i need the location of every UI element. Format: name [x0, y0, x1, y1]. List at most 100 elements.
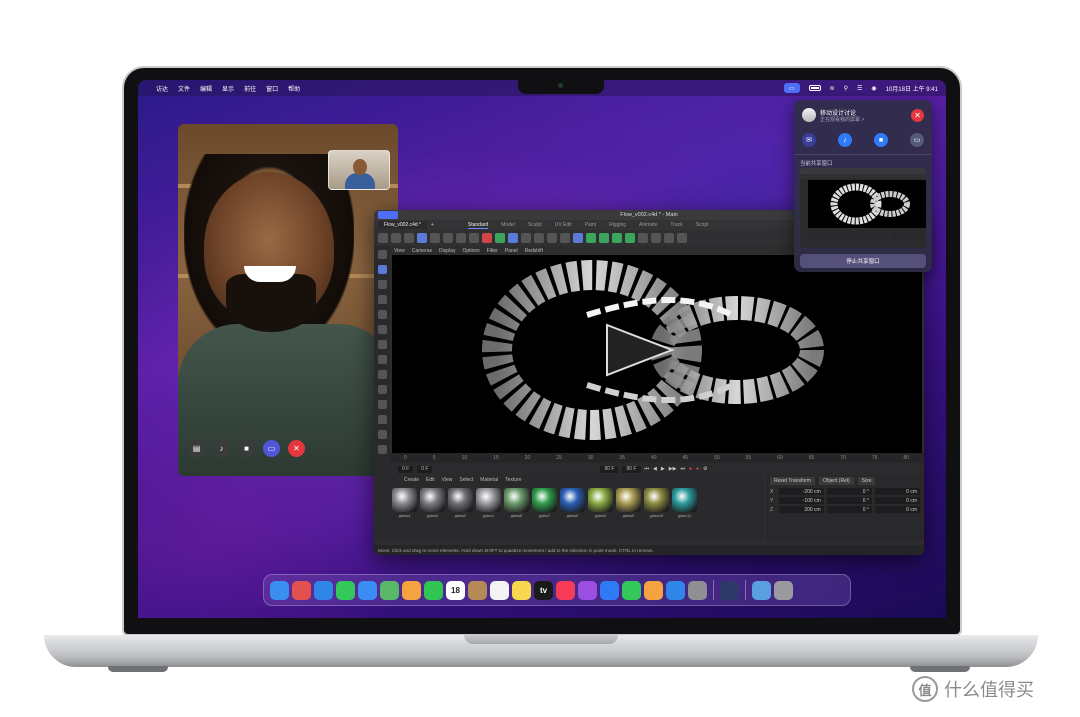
layout-tab-animate[interactable]: Animate: [639, 222, 657, 229]
tv-icon[interactable]: tv: [534, 580, 553, 600]
transform-icon[interactable]: [456, 233, 466, 243]
shareplay-icon[interactable]: ▭: [263, 440, 280, 457]
guides-icon[interactable]: [377, 445, 387, 454]
messages-icon[interactable]: [336, 580, 355, 600]
notes-icon[interactable]: [512, 580, 531, 600]
3d-viewport[interactable]: [392, 255, 922, 453]
music-icon[interactable]: [556, 580, 575, 600]
axis-mode-icon[interactable]: [377, 340, 387, 349]
material-swatch[interactable]: glass10: [644, 488, 669, 518]
viewport-menu-item[interactable]: Display: [439, 248, 455, 254]
numbers-icon[interactable]: [622, 580, 641, 600]
session-subtitle[interactable]: 正在观看我的屏幕 >: [820, 116, 864, 123]
maps-icon[interactable]: [380, 580, 399, 600]
layout-tab-paint[interactable]: Paint: [585, 222, 596, 229]
add-tab-icon[interactable]: +: [431, 222, 434, 228]
viewport-menu-item[interactable]: Panel: [505, 248, 518, 254]
launchpad-icon[interactable]: [292, 580, 311, 600]
size-field[interactable]: 0 cm: [874, 488, 921, 495]
next-frame-icon[interactable]: ▶▶: [669, 466, 677, 472]
material-swatch[interactable]: glass4: [392, 488, 417, 518]
contacts-icon[interactable]: [468, 580, 487, 600]
viewport-menu-item[interactable]: Redshift: [525, 248, 543, 254]
x-axis-icon[interactable]: [482, 233, 492, 243]
siri-icon[interactable]: ◉: [871, 85, 876, 92]
battery-icon[interactable]: [808, 85, 821, 91]
make-editable-icon[interactable]: [377, 250, 387, 259]
material-swatch[interactable]: glass2: [448, 488, 473, 518]
material-menu-item[interactable]: Material: [480, 477, 498, 483]
grid-icon[interactable]: [377, 415, 387, 424]
position-field[interactable]: -200 cm: [778, 488, 824, 495]
shared-window-thumbnail[interactable]: [800, 168, 926, 248]
live-select-icon[interactable]: [404, 233, 414, 243]
y-axis-icon[interactable]: [495, 233, 505, 243]
field-icon[interactable]: [638, 233, 648, 243]
shareplay-status-icon[interactable]: ▭: [783, 83, 800, 93]
app-store-icon[interactable]: [666, 580, 685, 600]
safari-icon[interactable]: [314, 580, 333, 600]
preview-end-field[interactable]: 90 F: [622, 465, 641, 473]
material-swatch[interactable]: glass1: [476, 488, 501, 518]
layout-tab-track[interactable]: Track: [670, 222, 682, 229]
play-icon[interactable]: ▶: [661, 466, 665, 472]
scale-tool-icon[interactable]: [430, 233, 440, 243]
lock-grid-icon[interactable]: [377, 430, 387, 439]
material-swatch[interactable]: glass9: [616, 488, 641, 518]
undo-icon[interactable]: [378, 233, 388, 243]
first-frame-icon[interactable]: ⏮: [645, 466, 650, 472]
end-call-icon[interactable]: ✕: [288, 440, 305, 457]
redo-icon[interactable]: [391, 233, 401, 243]
material-menu-item[interactable]: View: [442, 477, 453, 483]
viewport-menu-item[interactable]: View: [394, 248, 405, 254]
cube-icon[interactable]: [573, 233, 583, 243]
material-swatch[interactable]: glass5: [588, 488, 613, 518]
downloads-icon[interactable]: [752, 580, 771, 600]
pages-icon[interactable]: [644, 580, 663, 600]
document-tab[interactable]: Flow_v002.c4d *: [378, 221, 427, 229]
sidebar-icon[interactable]: ▤: [188, 440, 205, 457]
material-menu-item[interactable]: Texture: [505, 477, 521, 483]
deformer-icon[interactable]: [625, 233, 635, 243]
layout-tab-standard[interactable]: Standard: [467, 222, 489, 229]
size-dropdown[interactable]: Size: [857, 477, 876, 485]
menu-item-file[interactable]: 文件: [178, 84, 190, 93]
material-menu-item[interactable]: Edit: [426, 477, 435, 483]
screen-share-icon[interactable]: ▭: [910, 133, 924, 147]
timeline-ruler[interactable]: 0 5 10 15 20 25 30 35 40 45 50 55 60 65 …: [390, 453, 924, 463]
coord-system-icon[interactable]: [521, 233, 531, 243]
viewport-menu-item[interactable]: Options: [462, 248, 479, 254]
position-field[interactable]: -100 cm: [778, 497, 824, 504]
material-menu-item[interactable]: Create: [404, 477, 419, 483]
render-view-icon[interactable]: [534, 233, 544, 243]
size-field[interactable]: 0 cm: [874, 497, 921, 504]
render-picture-icon[interactable]: [560, 233, 570, 243]
light-icon[interactable]: [677, 233, 687, 243]
viewport-menu-item[interactable]: Filter: [487, 248, 498, 254]
camera-object-icon[interactable]: [664, 233, 674, 243]
podcasts-icon[interactable]: [578, 580, 597, 600]
reminders-icon[interactable]: [490, 580, 509, 600]
layout-tab-rigging[interactable]: Rigging: [609, 222, 626, 229]
size-field[interactable]: 0 cm: [874, 506, 921, 513]
end-frame-field[interactable]: 90 F: [600, 465, 619, 473]
menu-item-edit[interactable]: 编辑: [200, 84, 212, 93]
mail-icon[interactable]: [358, 580, 377, 600]
keynote-icon[interactable]: [600, 580, 619, 600]
menu-item-view[interactable]: 显示: [222, 84, 234, 93]
self-view-pip[interactable]: [328, 150, 390, 190]
model-mode-icon[interactable]: [377, 265, 387, 274]
material-swatch[interactable]: glass7: [532, 488, 557, 518]
position-field[interactable]: 200 cm: [778, 506, 824, 513]
facetime-icon[interactable]: [424, 580, 443, 600]
autokey-icon[interactable]: ●: [696, 466, 699, 472]
cinema4d-icon[interactable]: [720, 580, 739, 600]
layout-tab-script[interactable]: Script: [696, 222, 709, 229]
cloner-icon[interactable]: [612, 233, 622, 243]
viewport-menu-item[interactable]: Cameras: [412, 248, 432, 254]
system-preferences-icon[interactable]: [688, 580, 707, 600]
layout-tab-uv-edit[interactable]: UV Edit: [555, 222, 572, 229]
magnet-icon[interactable]: [377, 400, 387, 409]
snap-icon[interactable]: [377, 355, 387, 364]
calendar-icon[interactable]: 18: [446, 580, 465, 600]
